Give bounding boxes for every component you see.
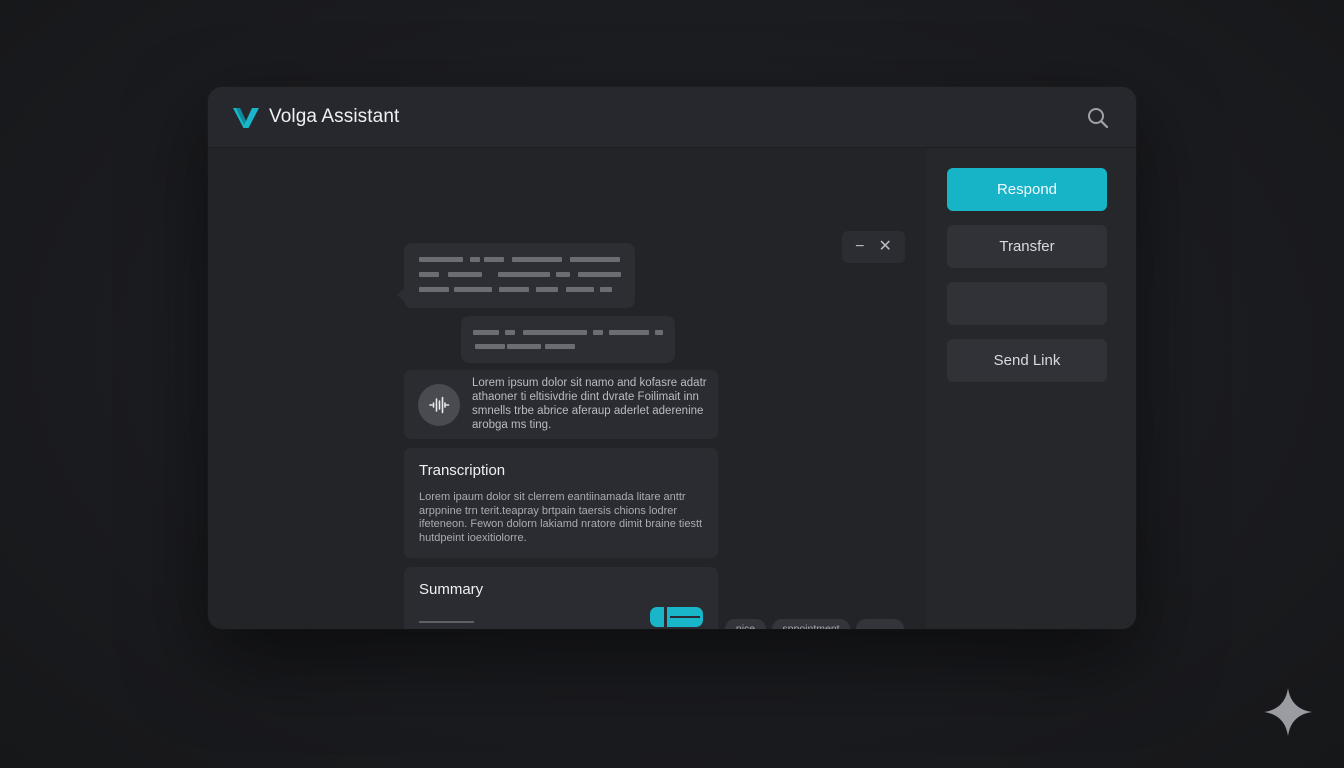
transcription-card: Transcription Lorem ipaum dolor sit cler… [404,448,718,558]
send-link-button[interactable]: Send Link [947,339,1107,382]
respond-button[interactable]: Respond [947,168,1107,211]
chat-bubble-redacted [461,316,675,363]
transcription-text: Lorem ipaum dolor sit clerrem eantiinama… [419,491,703,544]
tag-chip[interactable]: pice [725,619,766,629]
chat-bubble-redacted [397,243,635,308]
app-title: Volga Assistant [269,106,400,127]
summary-placeholder-line [419,621,474,623]
conversation-area: − ✕ Lorem ipsum dolor sit namo and kofas… [208,149,926,629]
tag-chip[interactable]: sppointment [772,619,850,629]
tag-chip[interactable] [856,619,904,629]
actions-panel: Respond Transfer Send Link [926,149,1136,629]
transfer-button[interactable]: Transfer [947,225,1107,268]
v-logo-icon [233,108,259,128]
summary-card: Summary [404,567,718,629]
summary-toggle-button[interactable] [650,607,703,627]
audio-message-text: Lorem ipsum dolor sit namo and kofasre a… [472,377,707,431]
transcription-title: Transcription [419,462,506,479]
waveform-icon [429,396,450,414]
minimize-button[interactable]: − [855,239,864,255]
title-bar: Volga Assistant [208,87,1136,148]
empty-action-button[interactable] [947,282,1107,325]
search-icon[interactable] [1086,106,1110,130]
sparkle-icon [1264,688,1312,736]
close-button[interactable]: ✕ [879,239,892,255]
audio-message: Lorem ipsum dolor sit namo and kofasre a… [404,370,718,439]
audio-play-button[interactable] [418,384,460,426]
summary-title: Summary [419,581,484,598]
assistant-window: Volga Assistant − ✕ Lorem ipsum dolor si… [208,87,1136,629]
window-controls: − ✕ [842,231,905,263]
